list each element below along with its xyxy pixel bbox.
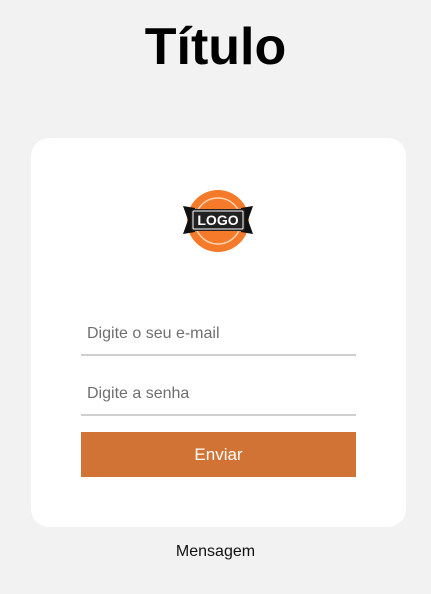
email-field[interactable]	[81, 314, 356, 356]
logo-text: LOGO	[197, 212, 238, 228]
status-message: Mensagem	[175, 543, 256, 560]
logo-badge-icon: LOGO	[181, 188, 255, 254]
submit-button[interactable]: Enviar	[81, 432, 356, 477]
page-title: Título	[144, 18, 287, 76]
password-field[interactable]	[81, 374, 356, 416]
login-card: LOGO Enviar	[31, 138, 406, 527]
